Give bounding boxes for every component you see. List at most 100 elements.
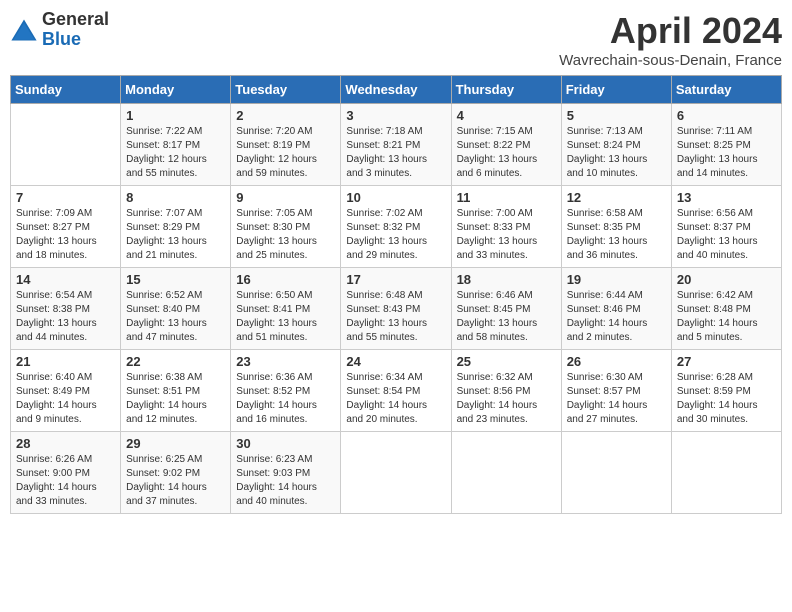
- calendar-cell: 2 Sunrise: 7:20 AM Sunset: 8:19 PM Daylig…: [231, 104, 341, 186]
- calendar-cell: 30Sunrise: 6:23 AM Sunset: 9:03 PM Dayli…: [231, 432, 341, 514]
- day-number: 25: [457, 354, 556, 369]
- day-number: 15: [126, 272, 225, 287]
- day-number: 19: [567, 272, 666, 287]
- calendar-cell: 28Sunrise: 6:26 AM Sunset: 9:00 PM Dayli…: [11, 432, 121, 514]
- day-number: 7: [16, 190, 115, 205]
- day-detail: Sunrise: 7:02 AM Sunset: 8:32 PM Dayligh…: [346, 207, 445, 263]
- day-detail: Sunrise: 7:07 AM Sunset: 8:29 PM Dayligh…: [126, 207, 225, 263]
- day-number: 27: [677, 354, 776, 369]
- day-number: 18: [457, 272, 556, 287]
- calendar-cell: 12Sunrise: 6:58 AM Sunset: 8:35 PM Dayli…: [561, 186, 671, 268]
- calendar-cell: 8Sunrise: 7:07 AM Sunset: 8:29 PM Daylig…: [121, 186, 231, 268]
- day-detail: Sunrise: 6:40 AM Sunset: 8:49 PM Dayligh…: [16, 371, 115, 427]
- day-detail: Sunrise: 6:54 AM Sunset: 8:38 PM Dayligh…: [16, 289, 115, 345]
- calendar-cell: 14Sunrise: 6:54 AM Sunset: 8:38 PM Dayli…: [11, 268, 121, 350]
- calendar-cell: 21 Sunrise: 6:40 AM Sunset: 8:49 PM Dayli…: [11, 350, 121, 432]
- day-detail: Sunrise: 6:38 AM Sunset: 8:51 PM Dayligh…: [126, 371, 225, 427]
- day-detail: Sunrise: 6:50 AM Sunset: 8:41 PM Dayligh…: [236, 289, 335, 345]
- calendar-cell: 1Sunrise: 7:22 AM Sunset: 8:17 PM Daylig…: [121, 104, 231, 186]
- day-detail: Sunrise: 6:58 AM Sunset: 8:35 PM Dayligh…: [567, 207, 666, 263]
- day-number: 3: [346, 108, 445, 123]
- day-number: 2: [236, 108, 335, 123]
- day-number: 24: [346, 354, 445, 369]
- day-detail: Sunrise: 7:20 AM Sunset: 8:19 PM Dayligh…: [236, 125, 335, 181]
- calendar-cell: [561, 432, 671, 514]
- calendar-cell: 3 Sunrise: 7:18 AM Sunset: 8:21 PM Daylig…: [341, 104, 451, 186]
- calendar-cell: [11, 104, 121, 186]
- day-detail: Sunrise: 6:32 AM Sunset: 8:56 PM Dayligh…: [457, 371, 556, 427]
- day-detail: Sunrise: 6:48 AM Sunset: 8:43 PM Dayligh…: [346, 289, 445, 345]
- calendar-cell: 17 Sunrise: 6:48 AM Sunset: 8:43 PM Dayli…: [341, 268, 451, 350]
- day-number: 4: [457, 108, 556, 123]
- week-row-1: 1Sunrise: 7:22 AM Sunset: 8:17 PM Daylig…: [11, 104, 782, 186]
- logo-blue-text: Blue: [42, 30, 109, 50]
- calendar-header: Sunday Monday Tuesday Wednesday Thursday…: [11, 76, 782, 104]
- logo: General Blue: [10, 10, 109, 50]
- day-detail: Sunrise: 7:18 AM Sunset: 8:21 PM Dayligh…: [346, 125, 445, 181]
- header-thursday: Thursday: [451, 76, 561, 104]
- day-number: 10: [346, 190, 445, 205]
- calendar-cell: 16 Sunrise: 6:50 AM Sunset: 8:41 PM Dayli…: [231, 268, 341, 350]
- day-detail: Sunrise: 6:44 AM Sunset: 8:46 PM Dayligh…: [567, 289, 666, 345]
- day-number: 28: [16, 436, 115, 451]
- calendar-cell: [671, 432, 781, 514]
- week-row-4: 21 Sunrise: 6:40 AM Sunset: 8:49 PM Dayli…: [11, 350, 782, 432]
- header-sunday: Sunday: [11, 76, 121, 104]
- day-detail: Sunrise: 7:22 AM Sunset: 8:17 PM Dayligh…: [126, 125, 225, 181]
- day-number: 29: [126, 436, 225, 451]
- week-row-3: 14Sunrise: 6:54 AM Sunset: 8:38 PM Dayli…: [11, 268, 782, 350]
- calendar-cell: 9Sunrise: 7:05 AM Sunset: 8:30 PM Daylig…: [231, 186, 341, 268]
- calendar-body: 1Sunrise: 7:22 AM Sunset: 8:17 PM Daylig…: [11, 104, 782, 514]
- day-detail: Sunrise: 6:46 AM Sunset: 8:45 PM Dayligh…: [457, 289, 556, 345]
- calendar-cell: 19 Sunrise: 6:44 AM Sunset: 8:46 PM Dayli…: [561, 268, 671, 350]
- location-subtitle: Wavrechain-sous-Denain, France: [559, 52, 782, 69]
- day-detail: Sunrise: 6:52 AM Sunset: 8:40 PM Dayligh…: [126, 289, 225, 345]
- month-title: April 2024: [559, 10, 782, 52]
- calendar-table: Sunday Monday Tuesday Wednesday Thursday…: [10, 75, 782, 514]
- header-saturday: Saturday: [671, 76, 781, 104]
- day-number: 5: [567, 108, 666, 123]
- day-detail: Sunrise: 7:11 AM Sunset: 8:25 PM Dayligh…: [677, 125, 776, 181]
- day-detail: Sunrise: 6:34 AM Sunset: 8:54 PM Dayligh…: [346, 371, 445, 427]
- header-wednesday: Wednesday: [341, 76, 451, 104]
- logo-icon: [10, 16, 38, 44]
- calendar-cell: 6 Sunrise: 7:11 AM Sunset: 8:25 PM Daylig…: [671, 104, 781, 186]
- calendar-cell: 5Sunrise: 7:13 AM Sunset: 8:24 PM Daylig…: [561, 104, 671, 186]
- calendar-cell: 22Sunrise: 6:38 AM Sunset: 8:51 PM Dayli…: [121, 350, 231, 432]
- logo-text: General Blue: [42, 10, 109, 50]
- day-number: 16: [236, 272, 335, 287]
- calendar-cell: [341, 432, 451, 514]
- calendar-cell: 7Sunrise: 7:09 AM Sunset: 8:27 PM Daylig…: [11, 186, 121, 268]
- day-detail: Sunrise: 6:28 AM Sunset: 8:59 PM Dayligh…: [677, 371, 776, 427]
- day-number: 26: [567, 354, 666, 369]
- calendar-cell: 26 Sunrise: 6:30 AM Sunset: 8:57 PM Dayli…: [561, 350, 671, 432]
- week-row-5: 28Sunrise: 6:26 AM Sunset: 9:00 PM Dayli…: [11, 432, 782, 514]
- day-detail: Sunrise: 6:30 AM Sunset: 8:57 PM Dayligh…: [567, 371, 666, 427]
- header-row: Sunday Monday Tuesday Wednesday Thursday…: [11, 76, 782, 104]
- day-number: 13: [677, 190, 776, 205]
- day-number: 20: [677, 272, 776, 287]
- calendar-cell: 23 Sunrise: 6:36 AM Sunset: 8:52 PM Dayli…: [231, 350, 341, 432]
- day-detail: Sunrise: 6:42 AM Sunset: 8:48 PM Dayligh…: [677, 289, 776, 345]
- calendar-cell: 13Sunrise: 6:56 AM Sunset: 8:37 PM Dayli…: [671, 186, 781, 268]
- day-detail: Sunrise: 7:00 AM Sunset: 8:33 PM Dayligh…: [457, 207, 556, 263]
- calendar-cell: 4 Sunrise: 7:15 AM Sunset: 8:22 PM Daylig…: [451, 104, 561, 186]
- calendar-cell: 27 Sunrise: 6:28 AM Sunset: 8:59 PM Dayli…: [671, 350, 781, 432]
- calendar-cell: 10 Sunrise: 7:02 AM Sunset: 8:32 PM Dayli…: [341, 186, 451, 268]
- calendar-cell: 11Sunrise: 7:00 AM Sunset: 8:33 PM Dayli…: [451, 186, 561, 268]
- day-detail: Sunrise: 6:23 AM Sunset: 9:03 PM Dayligh…: [236, 453, 335, 509]
- logo-general-text: General: [42, 10, 109, 30]
- day-number: 23: [236, 354, 335, 369]
- calendar-cell: 18 Sunrise: 6:46 AM Sunset: 8:45 PM Dayli…: [451, 268, 561, 350]
- calendar-cell: 24 Sunrise: 6:34 AM Sunset: 8:54 PM Dayli…: [341, 350, 451, 432]
- title-area: April 2024 Wavrechain-sous-Denain, Franc…: [559, 10, 782, 69]
- header: General Blue April 2024 Wavrechain-sous-…: [10, 10, 782, 69]
- day-detail: Sunrise: 7:15 AM Sunset: 8:22 PM Dayligh…: [457, 125, 556, 181]
- header-monday: Monday: [121, 76, 231, 104]
- day-number: 21: [16, 354, 115, 369]
- week-row-2: 7Sunrise: 7:09 AM Sunset: 8:27 PM Daylig…: [11, 186, 782, 268]
- day-number: 6: [677, 108, 776, 123]
- day-detail: Sunrise: 6:36 AM Sunset: 8:52 PM Dayligh…: [236, 371, 335, 427]
- day-detail: Sunrise: 7:05 AM Sunset: 8:30 PM Dayligh…: [236, 207, 335, 263]
- day-number: 17: [346, 272, 445, 287]
